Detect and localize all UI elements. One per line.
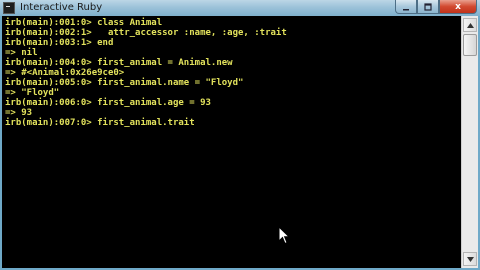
- console-line: irb(main):007:0> first_animal.trait: [5, 118, 195, 128]
- console-icon: [3, 2, 15, 14]
- scroll-down-button[interactable]: [463, 252, 477, 266]
- maximize-icon: [424, 2, 432, 11]
- title-bar[interactable]: Interactive Ruby x: [0, 0, 480, 16]
- maximize-button[interactable]: [417, 0, 439, 14]
- mouse-pointer-icon: [278, 226, 291, 245]
- window-controls: x: [395, 0, 477, 14]
- arrow-up-icon: [466, 22, 474, 28]
- close-icon: x: [455, 1, 461, 12]
- arrow-down-icon: [466, 256, 474, 262]
- console-output[interactable]: irb(main):001:0> class Animal irb(main):…: [2, 16, 461, 268]
- minimize-icon: [403, 8, 409, 10]
- scroll-up-button[interactable]: [463, 18, 477, 32]
- irb-window: Interactive Ruby x irb(main):001:0> clas…: [0, 0, 480, 270]
- close-button[interactable]: x: [439, 0, 477, 14]
- scroll-thumb[interactable]: [463, 34, 477, 56]
- vertical-scrollbar[interactable]: [461, 16, 478, 268]
- console-line: irb(main):006:0> first_animal.age = 93: [5, 98, 211, 108]
- window-title: Interactive Ruby: [20, 2, 103, 13]
- minimize-button[interactable]: [395, 0, 417, 14]
